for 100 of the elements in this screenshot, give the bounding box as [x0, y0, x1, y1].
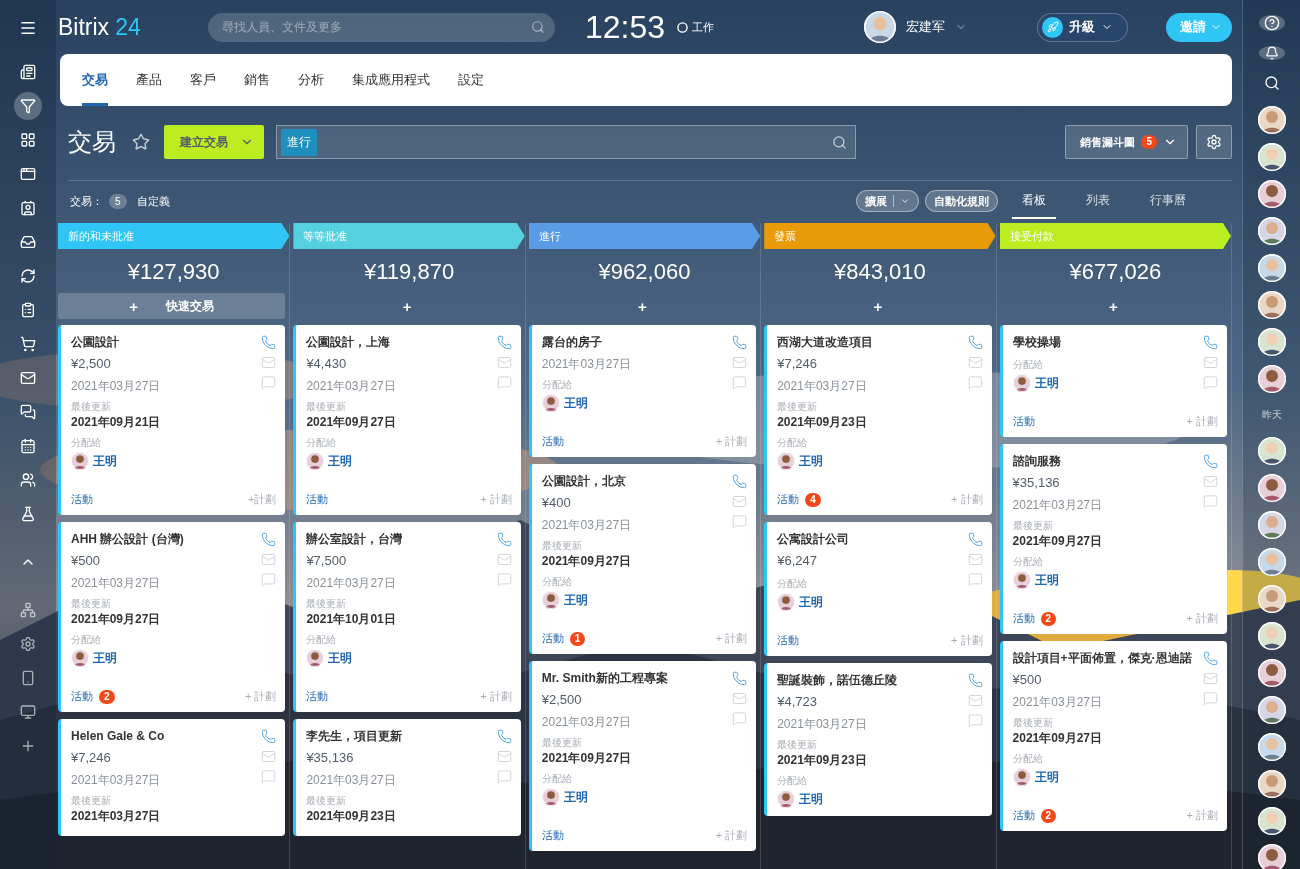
activity-link[interactable]: 活動 — [541, 828, 564, 843]
filter-icon[interactable] — [14, 92, 42, 120]
phone-icon[interactable] — [496, 729, 512, 744]
deal-card[interactable]: 聖誕裝飾，諾伍德丘陵 ¥4,723 2021年03月27日 最後更新 2021年09月23日 分配給 王明 — [764, 663, 992, 816]
deal-title[interactable]: 公園設計，北京 — [541, 473, 632, 489]
activity-link[interactable]: 活動 — [777, 633, 800, 648]
logo[interactable]: Bitrix 24 — [58, 13, 208, 41]
deal-title[interactable]: 公寓設計公司 — [777, 531, 850, 547]
deal-card[interactable]: 公園設計，北京 ¥400 2021年03月27日 最後更新 2021年09月27日 分配給 王明 活動 1 + 計劃 — [528, 464, 757, 654]
deal-title[interactable]: 西湖大道改造項目 — [777, 334, 874, 350]
assignee-link[interactable]: 王明 — [799, 593, 824, 611]
deal-card[interactable]: Mr. Smith新的工程專案 ¥2,500 2021年03月27日 最後更新 2021年09月27日 分配給 王明 活動 + 計劃 — [528, 661, 757, 851]
automation-button[interactable]: 自動化規則 — [925, 190, 998, 212]
deal-title[interactable]: 李先生，項目更新 — [306, 728, 403, 744]
deal-title[interactable]: 聖誕裝飾，諾伍德丘陵 — [777, 672, 898, 688]
phone-icon[interactable] — [732, 474, 748, 489]
phone-icon[interactable] — [261, 532, 277, 547]
deal-title[interactable]: 公園設計，上海 — [306, 334, 396, 350]
deal-card[interactable]: 諮詢服務 ¥35,136 2021年03月27日 最後更新 2021年09月27日 分配給 王明 活動 2 + 計劃 — [999, 444, 1227, 634]
deal-title[interactable]: 公園設計 — [71, 334, 161, 350]
phone-icon[interactable] — [967, 335, 983, 350]
activity-link[interactable]: 活動 — [541, 434, 564, 449]
bell-icon[interactable] — [1258, 46, 1285, 60]
activity-link[interactable]: 活動 — [541, 631, 564, 646]
star-icon[interactable] — [132, 133, 150, 151]
extend-button[interactable]: 擴展 — [856, 190, 919, 212]
help-icon[interactable] — [1258, 15, 1285, 31]
activity-link[interactable]: 活動 — [1012, 611, 1035, 626]
assignee-link[interactable]: 王明 — [563, 788, 588, 806]
phone-icon[interactable] — [967, 673, 983, 688]
nav-tab[interactable]: 集成應用程式 — [352, 54, 430, 106]
phone-icon[interactable] — [732, 671, 748, 686]
assignee-link[interactable]: 王明 — [563, 394, 588, 412]
deal-card[interactable]: 學校操場 分配給 王明 活動 + 計劃 — [999, 325, 1227, 437]
work-status-button[interactable]: 工作 — [677, 19, 715, 35]
assignee-link[interactable]: 王明 — [563, 591, 588, 609]
phone-icon[interactable] — [496, 532, 512, 547]
deal-card[interactable]: 公園設計 ¥2,500 2021年03月27日 最後更新 2021年09月21日 分配給 王明 活動 +計劃 — [58, 325, 286, 515]
filter-field[interactable]: 進行 — [276, 125, 856, 159]
phone-icon[interactable] — [732, 335, 748, 350]
nav-tab[interactable]: 產品 — [136, 54, 162, 106]
phone-icon[interactable] — [1203, 651, 1218, 666]
activity-link[interactable]: 活動 — [306, 492, 329, 507]
nav-tab[interactable]: 客戶 — [190, 54, 216, 106]
deal-title[interactable]: 辦公室設計，台灣 — [306, 531, 403, 547]
deal-card[interactable]: AHH 辦公設計 (台灣) ¥500 2021年03月27日 最後更新 2021年09月27日 分配給 王明 活動 2 + 計劃 — [58, 522, 286, 712]
deal-title[interactable]: 露台的房子 — [541, 334, 632, 350]
create-deal-button[interactable]: 建立交易 — [164, 125, 264, 159]
quick-add-button[interactable]: + — [293, 293, 521, 319]
quick-add-button[interactable]: + — [999, 293, 1227, 319]
assignee-link[interactable]: 王明 — [93, 452, 117, 470]
quick-add-button[interactable]: + 快速交易 — [58, 293, 286, 319]
activity-link[interactable]: 活動 — [306, 689, 329, 704]
deal-card[interactable]: 公園設計，上海 ¥4,430 2021年03月27日 最後更新 2021年09月27日 分配給 王明 活動 + 計劃 — [293, 325, 521, 515]
nav-tab[interactable]: 銷售 — [244, 54, 270, 106]
nav-tab[interactable]: 設定 — [458, 54, 484, 106]
settings-icon[interactable] — [1196, 125, 1232, 159]
pipeline-button[interactable]: 銷售漏斗圖 5 — [1065, 125, 1188, 159]
nav-tab[interactable]: 交易 — [82, 54, 108, 106]
deal-title[interactable]: 學校操場 — [1012, 334, 1061, 350]
deal-card[interactable]: 設計項目+平面佈置，傑克·恩迪諾 ¥500 2021年03月27日 最後更新 2021年09月27日 分配給 王明 活動 2 + 計劃 — [999, 641, 1227, 831]
deal-title[interactable]: AHH 辦公設計 (台灣) — [71, 531, 184, 547]
deal-card[interactable]: 露台的房子 2021年03月27日 分配給 王明 活動 + 計劃 — [528, 325, 757, 457]
user-menu[interactable]: 宏建军 — [864, 11, 968, 43]
phone-icon[interactable] — [496, 335, 512, 350]
activity-link[interactable]: 活動 — [71, 492, 93, 507]
assignee-link[interactable]: 王明 — [1034, 374, 1059, 392]
deal-title[interactable]: Mr. Smith新的工程專案 — [541, 670, 668, 686]
phone-icon[interactable] — [1203, 454, 1218, 469]
assignee-link[interactable]: 王明 — [799, 790, 824, 808]
deal-title[interactable]: 設計項目+平面佈置，傑克·恩迪諾 — [1012, 650, 1192, 666]
assignee-link[interactable]: 王明 — [1034, 768, 1059, 786]
deal-card[interactable]: 西湖大道改造項目 ¥7,246 2021年03月27日 最後更新 2021年09月23日 分配給 王明 活動 4 + 計劃 — [764, 325, 992, 515]
phone-icon[interactable] — [967, 532, 983, 547]
deal-title[interactable]: Helen Gale & Co — [71, 728, 165, 744]
deal-card[interactable]: 李先生，項目更新 ¥35,136 2021年03月27日 最後更新 2021年09月23日 — [293, 719, 521, 836]
activity-link[interactable]: 活動 — [1012, 808, 1035, 823]
assignee-link[interactable]: 王明 — [799, 452, 824, 470]
assignee-link[interactable]: 王明 — [93, 649, 117, 667]
custom-link[interactable]: 自定義 — [136, 193, 170, 209]
filter-tag[interactable]: 進行 — [281, 128, 317, 156]
phone-icon[interactable] — [261, 335, 277, 350]
assignee-link[interactable]: 王明 — [328, 452, 353, 470]
view-tab[interactable]: 列表 — [1076, 183, 1120, 219]
assignee-link[interactable]: 王明 — [328, 649, 353, 667]
nav-tab[interactable]: 分析 — [298, 54, 324, 106]
deal-card[interactable]: 公寓設計公司 ¥6,247 分配給 王明 活動 + 計劃 — [764, 522, 992, 656]
assignee-link[interactable]: 王明 — [1034, 571, 1059, 589]
activity-link[interactable]: 活動 — [1012, 414, 1035, 429]
activity-link[interactable]: 活動 — [71, 689, 93, 704]
view-tab[interactable]: 行事曆 — [1140, 183, 1196, 219]
quick-add-button[interactable]: + — [764, 293, 992, 319]
activity-link[interactable]: 活動 — [777, 492, 800, 507]
quick-add-button[interactable]: + — [528, 293, 757, 319]
view-tab[interactable]: 看板 — [1012, 183, 1056, 219]
deal-card[interactable]: 辦公室設計，台灣 ¥7,500 2021年03月27日 最後更新 2021年10月01日 分配給 王明 活動 + 計劃 — [293, 522, 521, 712]
deal-card[interactable]: Helen Gale & Co ¥7,246 2021年03月27日 最後更新 2021年03月27日 — [58, 719, 286, 836]
phone-icon[interactable] — [1203, 335, 1218, 350]
phone-icon[interactable] — [261, 729, 277, 744]
deal-title[interactable]: 諮詢服務 — [1012, 453, 1102, 469]
